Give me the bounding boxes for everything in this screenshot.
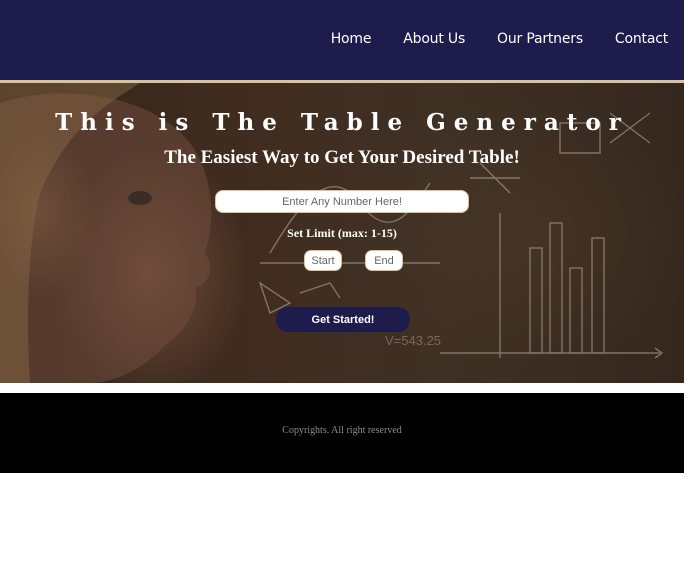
hero-title: This is The Table Generator <box>55 109 629 136</box>
limit-label: Set Limit (max: 1-15) <box>287 226 397 240</box>
copyright-text: Copyrights. All right reserved <box>282 425 402 436</box>
end-input[interactable] <box>365 250 403 271</box>
start-input[interactable] <box>304 250 342 271</box>
footer: Copyrights. All right reserved <box>0 393 684 473</box>
nav-link-home[interactable]: Home <box>331 31 372 47</box>
get-started-button[interactable]: Get Started! <box>276 307 410 332</box>
hero-subtitle: The Easiest Way to Get Your Desired Tabl… <box>164 147 520 168</box>
nav-link-about-us[interactable]: About Us <box>403 31 465 47</box>
page: Home About Us Our Partners Contact V=543… <box>0 0 684 473</box>
nav-link-our-partners[interactable]: Our Partners <box>497 31 583 47</box>
nav-link-contact[interactable]: Contact <box>615 31 668 47</box>
hero-section: V=543.25 This is The Table Generator The… <box>0 83 684 383</box>
number-input[interactable] <box>215 190 469 213</box>
nav-menu: Home About Us Our Partners Contact <box>331 31 668 47</box>
section-divider <box>0 383 684 393</box>
navbar: Home About Us Our Partners Contact <box>0 0 684 83</box>
